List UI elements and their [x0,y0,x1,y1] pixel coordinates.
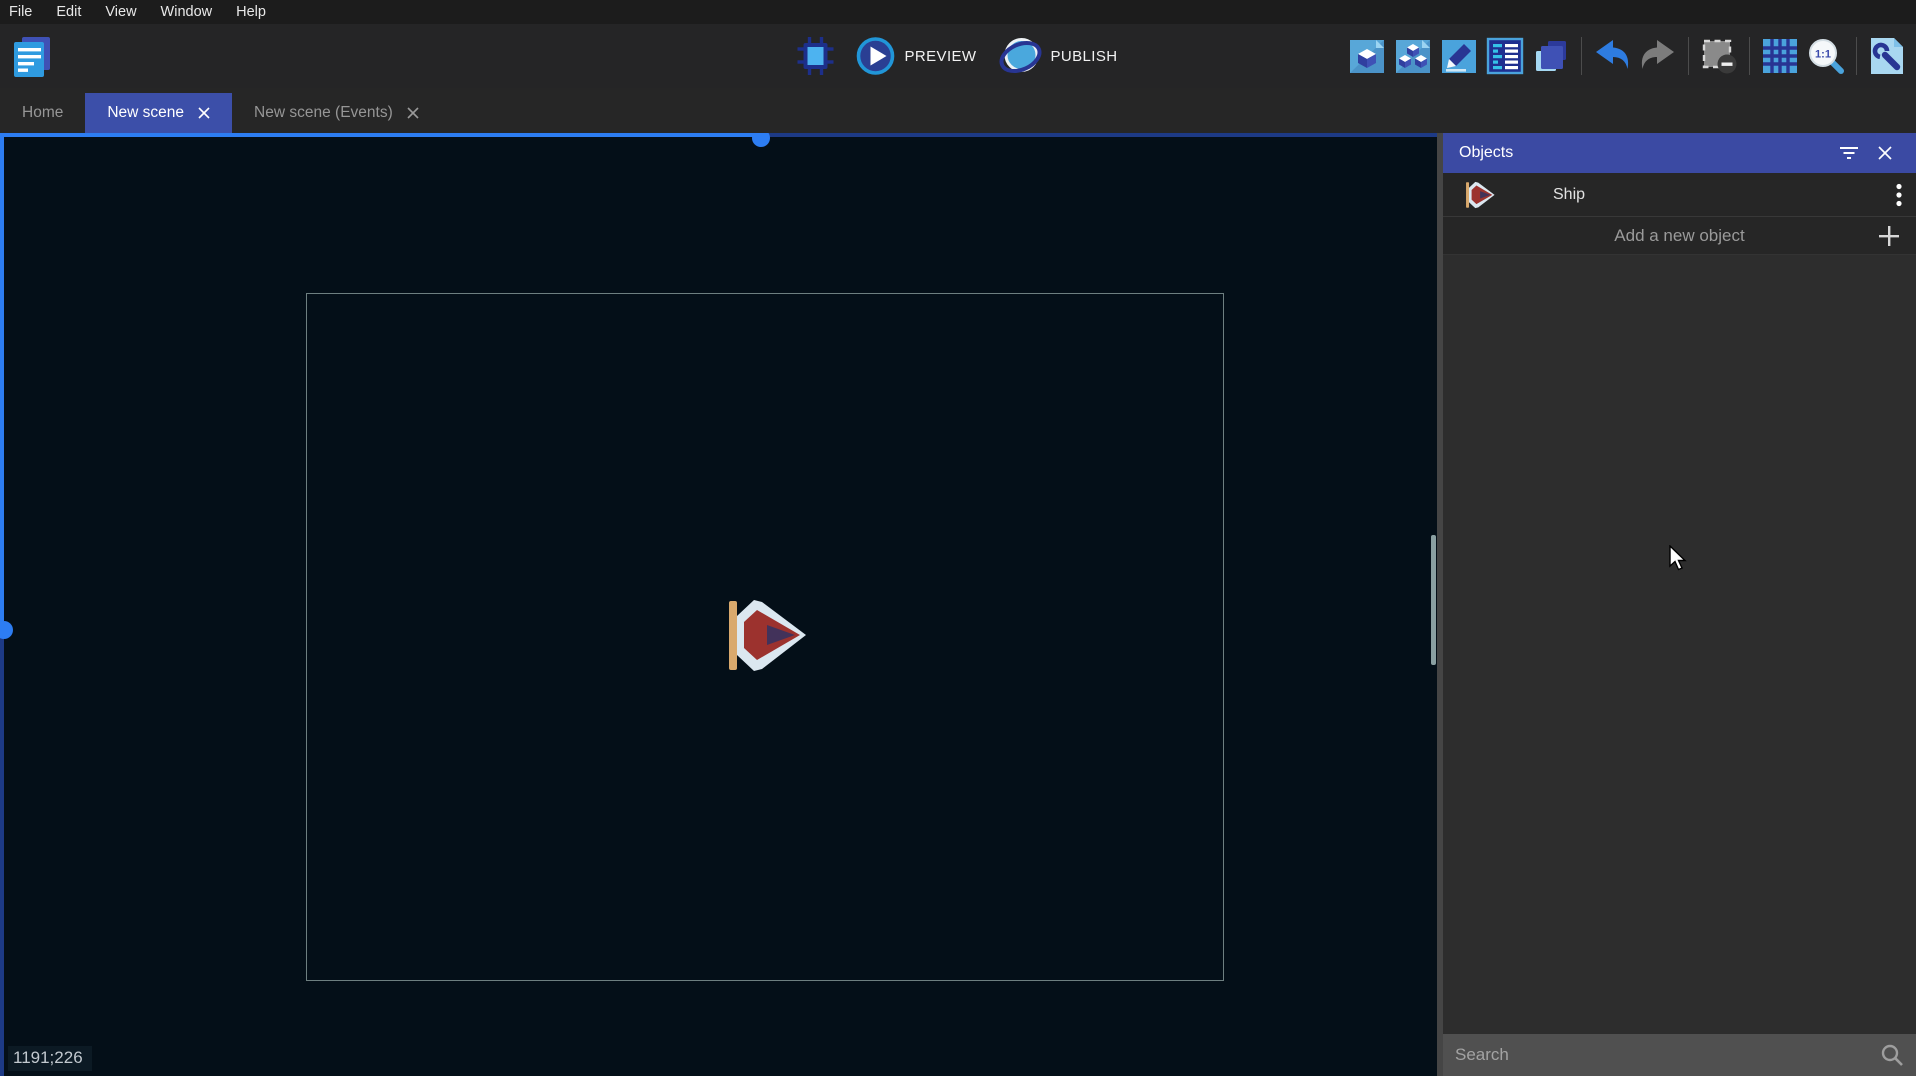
undo-icon [1592,38,1632,74]
canvas-hscrollbar[interactable] [763,133,1437,137]
plus-icon [1878,225,1900,247]
zoom-original-button[interactable]: 1:1 [1803,32,1849,80]
search-icon [1880,1043,1904,1067]
publish-button[interactable]: PUBLISH [992,30,1123,82]
close-tab-icon[interactable] [198,107,210,119]
preview-button[interactable]: PREVIEW [849,31,983,81]
objects-editor-icon [1347,36,1387,76]
publish-label: PUBLISH [1050,48,1117,65]
close-panel-icon[interactable] [1870,138,1900,168]
canvas-vscrollbar[interactable] [0,630,4,1076]
toggle-grid-button[interactable] [1757,32,1803,80]
toolbar-divider [1749,37,1750,75]
zoom-1-1-icon: 1:1 [1806,36,1846,76]
tab-new-scene-label: New scene [107,104,184,122]
project-manager-icon [10,35,52,81]
objects-panel-empty-area [1443,255,1916,1034]
toolbar-divider [1856,37,1857,75]
objects-panel-title: Objects [1459,144,1513,162]
tab-home-label: Home [22,104,63,122]
debugger-button[interactable] [793,32,839,80]
menu-help[interactable]: Help [224,0,278,24]
main-toolbar: PREVIEW PUBLISH [0,24,1916,88]
open-properties-button[interactable] [1436,32,1482,80]
ship-thumbnail-icon [1463,180,1495,210]
redo-icon [1638,38,1678,74]
menu-edit[interactable]: Edit [44,0,93,24]
menu-bar: File Edit View Window Help [0,0,1916,24]
menu-file[interactable]: File [0,0,44,24]
tab-home[interactable]: Home [0,93,85,133]
open-settings-button[interactable] [1864,32,1910,80]
tab-new-scene-events[interactable]: New scene (Events) [232,93,441,133]
close-tab-icon[interactable] [407,107,419,119]
add-object-button[interactable]: Add a new object [1443,217,1916,255]
scene-editor-canvas[interactable]: 1191;226 [0,133,1437,1076]
object-menu-kebab-icon[interactable] [1896,183,1902,207]
redo-button[interactable] [1635,32,1681,80]
object-search-bar [1443,1034,1916,1076]
cursor-coordinates: 1191;226 [8,1046,92,1071]
properties-pencil-icon [1439,36,1479,76]
object-groups-icon [1393,36,1433,76]
layers-icon [1531,36,1571,76]
deselect-icon [1699,36,1739,76]
editor-tab-bar: Home New scene New scene (Events) [0,88,1916,133]
publish-globe-icon [998,34,1042,78]
canvas-right-scrollbar-thumb[interactable] [1431,535,1436,665]
objects-panel: Objects Ship Add a new obje [1443,133,1916,1076]
toolbar-divider [1688,37,1689,75]
menu-view[interactable]: View [93,0,148,24]
ship-instance[interactable] [721,595,807,676]
object-list-item-ship[interactable]: Ship [1443,173,1916,217]
canvas-vscrollbar[interactable] [0,133,4,630]
canvas-hscrollbar[interactable] [0,133,763,137]
tab-new-scene[interactable]: New scene [85,93,232,133]
undo-button[interactable] [1589,32,1635,80]
instances-list-icon [1485,36,1525,76]
preview-play-icon [855,35,897,77]
add-object-label: Add a new object [1614,226,1744,246]
menu-window[interactable]: Window [149,0,225,24]
open-instances-list-button[interactable] [1482,32,1528,80]
tab-new-scene-events-label: New scene (Events) [254,104,393,122]
canvas-vscrollbar-thumb[interactable] [0,621,13,639]
open-layers-button[interactable] [1528,32,1574,80]
deselect-instances-button[interactable] [1696,32,1742,80]
project-manager-button[interactable] [8,34,54,82]
open-objects-editor-button[interactable] [1344,32,1390,80]
svg-text:1:1: 1:1 [1815,49,1831,61]
grid-icon [1760,36,1800,76]
toolbar-divider [1581,37,1582,75]
object-name: Ship [1553,186,1896,204]
settings-wrench-icon [1867,36,1907,76]
canvas-hscrollbar-thumb[interactable] [752,133,770,147]
filter-icon[interactable] [1834,138,1864,168]
open-object-groups-button[interactable] [1390,32,1436,80]
object-search-input[interactable] [1455,1045,1880,1065]
objects-panel-header: Objects [1443,133,1916,173]
debugger-icon [796,35,836,77]
preview-label: PREVIEW [905,48,977,65]
